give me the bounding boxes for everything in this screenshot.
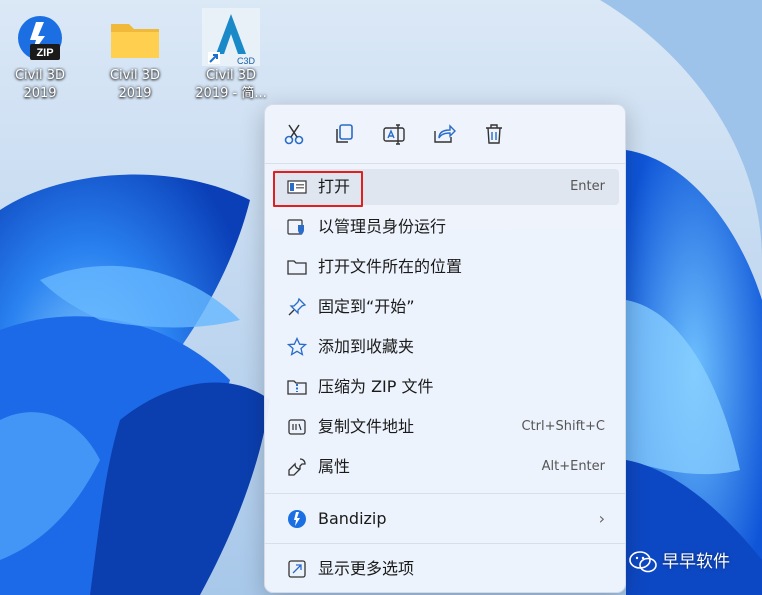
star-icon (287, 337, 307, 356)
cut-button[interactable] (279, 119, 309, 149)
menu-separator (265, 163, 625, 164)
zip-folder-icon (287, 380, 307, 395)
desktop-icon-civil3d-folder[interactable]: Civil 3D 2019 (95, 4, 175, 103)
copy-button[interactable] (329, 119, 359, 149)
share-button[interactable] (429, 119, 459, 149)
menu-item-show-more-options[interactable]: 显示更多选项 (273, 551, 619, 587)
svg-text:ZIP: ZIP (36, 47, 53, 59)
desktop-icon-label: Civil 3D 2019 - 简... (195, 68, 267, 101)
menu-separator (265, 543, 625, 544)
menu-item-shortcut: Ctrl+Shift+C (521, 419, 605, 434)
menu-item-label: 打开文件所在的位置 (318, 257, 463, 276)
shield-icon (287, 219, 304, 235)
context-menu-toolbar (265, 105, 625, 163)
wechat-icon (629, 551, 657, 573)
civil3d-app-icon: C3D (202, 8, 260, 66)
copy-path-icon (288, 419, 306, 435)
desktop-icon-civil3d-zip[interactable]: ZIP Civil 3D 2019 (0, 4, 80, 103)
rename-icon (383, 124, 405, 145)
menu-item-label: 显示更多选项 (318, 559, 415, 578)
desktop-icon-civil3d-shortcut[interactable]: C3D Civil 3D 2019 - 简... (191, 4, 271, 103)
desktop-icon-label: Civil 3D 2019 (109, 68, 161, 101)
menu-item-run-as-admin[interactable]: 以管理员身份运行 (273, 209, 619, 245)
svg-text:C3D: C3D (237, 56, 256, 66)
menu-item-label: 属性 (318, 457, 351, 476)
scissors-icon (284, 124, 304, 145)
folder-outline-icon (287, 260, 307, 275)
zip-archive-icon: ZIP (12, 10, 68, 66)
menu-separator (265, 493, 625, 494)
menu-item-compress-zip[interactable]: 压缩为 ZIP 文件 (273, 369, 619, 405)
rename-button[interactable] (379, 119, 409, 149)
wrench-icon (288, 458, 306, 476)
menu-item-pin-to-start[interactable]: 固定到“开始” (273, 289, 619, 325)
more-options-icon (288, 560, 306, 578)
trash-icon (486, 124, 502, 144)
menu-item-copy-as-path[interactable]: 复制文件地址 Ctrl+Shift+C (273, 409, 619, 445)
watermark: 早早软件 (628, 548, 730, 576)
delete-button[interactable] (479, 119, 509, 149)
share-icon (434, 124, 456, 143)
menu-item-label: 添加到收藏夹 (318, 337, 415, 356)
folder-icon (107, 10, 163, 66)
bandizip-icon (288, 510, 306, 528)
menu-item-bandizip[interactable]: Bandizip › (273, 501, 619, 537)
menu-item-label: 压缩为 ZIP 文件 (318, 377, 434, 396)
menu-item-shortcut: Enter (570, 179, 605, 194)
menu-item-label: 固定到“开始” (318, 297, 415, 316)
menu-item-label: Bandizip (318, 509, 387, 528)
menu-item-add-to-favorites[interactable]: 添加到收藏夹 (273, 329, 619, 365)
highlight-annotation (273, 171, 363, 207)
desktop-icon-label: Civil 3D 2019 (14, 68, 66, 101)
menu-item-shortcut: Alt+Enter (541, 459, 605, 474)
pin-icon (288, 297, 307, 316)
watermark-text: 早早软件 (662, 552, 730, 572)
menu-item-properties[interactable]: 属性 Alt+Enter (273, 449, 619, 485)
menu-item-label: 复制文件地址 (318, 417, 415, 436)
copy-icon (336, 124, 353, 143)
menu-item-label: 以管理员身份运行 (318, 217, 447, 236)
chevron-right-icon: › (598, 509, 605, 528)
menu-item-open-file-location[interactable]: 打开文件所在的位置 (273, 249, 619, 285)
